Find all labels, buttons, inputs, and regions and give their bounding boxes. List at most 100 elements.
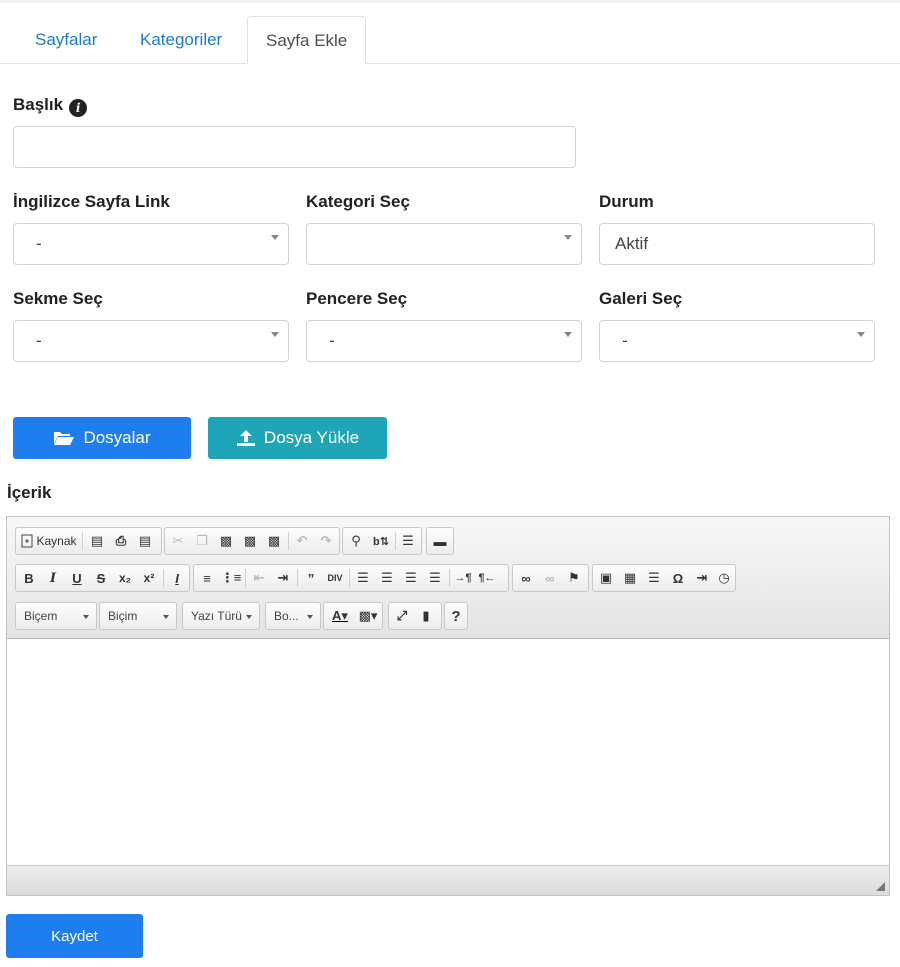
editor-content-area[interactable] (7, 639, 889, 865)
show-blocks-icon[interactable]: ▮ (415, 603, 437, 629)
english-link-label: İngilizce Sayfa Link (13, 192, 170, 211)
tab-select-label: Sekme Seç (13, 289, 103, 308)
print-icon[interactable]: ⎙ (110, 528, 132, 554)
source-button[interactable]: Kaynak (19, 528, 79, 554)
justify-icon[interactable]: ☰ (424, 565, 446, 591)
superscript-icon[interactable]: x² (138, 565, 160, 591)
bold-icon[interactable]: B (18, 565, 40, 591)
unlink-icon[interactable]: ∞ (539, 565, 561, 591)
align-right-icon[interactable]: ☰ (400, 565, 422, 591)
chevron-down-icon (163, 615, 169, 619)
status-label: Durum (599, 192, 654, 211)
tab-kategoriler[interactable]: Kategoriler (122, 16, 240, 64)
anchor-flag-icon[interactable]: ⚑ (563, 565, 585, 591)
editor-status-bar (7, 865, 889, 895)
window-select-label: Pencere Seç (306, 289, 408, 308)
maximize-icon[interactable]: ⤢ (391, 603, 413, 629)
italic-icon[interactable]: I (42, 565, 64, 591)
remove-format-icon[interactable]: I (166, 565, 188, 591)
chevron-down-icon (271, 235, 279, 240)
div-icon[interactable]: DIV (324, 565, 346, 591)
source-icon (21, 534, 33, 548)
toolbar-group-links: ∞ ∞ ⚑ (512, 564, 589, 592)
form-icon[interactable]: ▬ (429, 528, 451, 554)
paste-word-icon[interactable]: ▩ (263, 528, 285, 554)
editor-toolbar: Kaynak ▤ ⎙ ▤ ✂ ❐ ▩ ▩ ▩ ↶ ↷ ⚲ b⇅ ☰ ▬ B I … (7, 517, 889, 639)
text-color-icon[interactable]: A▾ (326, 603, 354, 629)
top-border (0, 0, 900, 3)
ltr-icon[interactable]: →¶ (452, 565, 474, 591)
toolbar-group-colors: A▾ ▩▾ (323, 602, 383, 630)
size-combo[interactable]: Bo... (265, 602, 321, 630)
iframe-globe-icon[interactable]: ◷ (713, 565, 735, 591)
cut-icon[interactable]: ✂ (167, 528, 189, 554)
english-link-select[interactable]: - (13, 223, 289, 265)
category-label: Kategori Seç (306, 192, 410, 211)
files-button[interactable]: Dosyalar (13, 417, 191, 459)
format-combo[interactable]: Biçim (99, 602, 177, 630)
toolbar-group-find: ⚲ b⇅ ☰ (342, 527, 422, 555)
chevron-down-icon (564, 332, 572, 337)
paste-icon[interactable]: ▩ (215, 528, 237, 554)
save-button[interactable]: Kaydet (6, 914, 143, 958)
chevron-down-icon (307, 615, 313, 619)
horizontal-rule-icon[interactable]: ☰ (643, 565, 665, 591)
status-input[interactable]: Aktif (599, 223, 875, 265)
toolbar-group-basicstyles: B I U S x₂ x² I (15, 564, 190, 592)
rtl-icon[interactable]: ¶← (476, 565, 498, 591)
chevron-down-icon (246, 615, 252, 619)
title-label: Başlık i (13, 95, 88, 117)
chevron-down-icon (564, 235, 572, 240)
table-icon[interactable]: ▦ (619, 565, 641, 591)
title-input[interactable] (13, 126, 576, 168)
info-icon[interactable]: i (69, 99, 88, 117)
tab-sayfa-ekle[interactable]: Sayfa Ekle (247, 16, 367, 64)
tab-sayfalar[interactable]: Sayfalar (17, 16, 115, 64)
tab-select[interactable]: - (13, 320, 289, 362)
redo-icon[interactable]: ↷ (315, 528, 337, 554)
blockquote-icon[interactable]: ” (300, 565, 322, 591)
toolbar-group-document: Kaynak ▤ ⎙ ▤ (15, 527, 162, 555)
numbered-list-icon[interactable]: ≡ (196, 565, 218, 591)
bulleted-list-icon[interactable]: ⋮≡ (220, 565, 242, 591)
find-icon[interactable]: ⚲ (345, 528, 367, 554)
chevron-down-icon (271, 332, 279, 337)
link-icon[interactable]: ∞ (515, 565, 537, 591)
replace-icon[interactable]: b⇅ (369, 528, 393, 554)
toolbar-group-forms: ▬ (426, 527, 454, 555)
outdent-icon[interactable]: ⇤ (248, 565, 270, 591)
paste-text-icon[interactable]: ▩ (239, 528, 261, 554)
bg-color-icon[interactable]: ▩▾ (355, 603, 381, 629)
content-label: İçerik (7, 483, 52, 502)
page-break-icon[interactable]: ⇥ (691, 565, 713, 591)
window-select[interactable]: - (306, 320, 582, 362)
style-combo[interactable]: Biçem (15, 602, 97, 630)
align-left-icon[interactable]: ☰ (352, 565, 374, 591)
indent-icon[interactable]: ⇥ (272, 565, 294, 591)
toolbar-group-clipboard: ✂ ❐ ▩ ▩ ▩ ↶ ↷ (164, 527, 340, 555)
templates-icon[interactable]: ▤ (134, 528, 156, 554)
undo-icon[interactable]: ↶ (291, 528, 313, 554)
toolbar-group-tools: ⤢ ▮ (388, 602, 442, 630)
special-char-icon[interactable]: Ω (667, 565, 689, 591)
gallery-select[interactable]: - (599, 320, 875, 362)
strikethrough-icon[interactable]: S (90, 565, 112, 591)
copy-icon[interactable]: ❐ (191, 528, 213, 554)
rich-text-editor: Kaynak ▤ ⎙ ▤ ✂ ❐ ▩ ▩ ▩ ↶ ↷ ⚲ b⇅ ☰ ▬ B I … (6, 516, 890, 896)
category-select[interactable] (306, 223, 582, 265)
tab-bar: Sayfalar Kategoriler Sayfa Ekle (0, 16, 900, 64)
chevron-down-icon (857, 332, 865, 337)
align-center-icon[interactable]: ☰ (376, 565, 398, 591)
upload-icon (236, 430, 255, 446)
font-combo[interactable]: Yazı Türü (182, 602, 260, 630)
preview-icon[interactable]: ▤ (86, 528, 108, 554)
subscript-icon[interactable]: x₂ (114, 565, 136, 591)
underline-icon[interactable]: U (66, 565, 88, 591)
resize-handle-icon[interactable] (876, 882, 885, 891)
folder-open-icon (54, 432, 75, 445)
upload-button[interactable]: Dosya Yükle (208, 417, 387, 459)
toolbar-group-about: ? (444, 602, 468, 630)
help-icon[interactable]: ? (446, 603, 466, 629)
spellcheck-icon[interactable]: ☰ (397, 528, 419, 554)
image-icon[interactable]: ▣ (595, 565, 617, 591)
